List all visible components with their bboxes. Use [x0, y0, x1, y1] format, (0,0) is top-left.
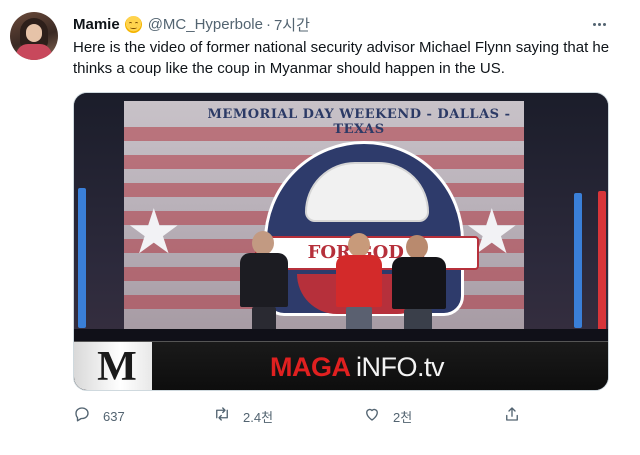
video-media[interactable]: ★ ★ MEMORIAL DAY WEEKEND - DALLAS - TEXA… [73, 92, 609, 391]
watermark-m: M [97, 344, 137, 390]
tweet-actions: 637 2.4천 2천 [73, 404, 613, 428]
tweet-text: Here is the video of former national sec… [73, 39, 610, 77]
tweet[interactable]: Mamie @MC_Hyperbole · 7시간 Here is the vi… [0, 0, 640, 455]
author-handle[interactable]: @MC_Hyperbole [148, 16, 263, 33]
reply-button[interactable]: 637 [73, 404, 125, 428]
video-watermark: M MAGA iNFO.tv [74, 341, 608, 390]
reply-icon [73, 405, 91, 428]
avatar-face [26, 24, 42, 42]
star-left-icon: ★ [126, 195, 182, 268]
stage-light-left [78, 188, 86, 328]
share-icon [503, 405, 521, 428]
watermark-maga: MAGA [270, 352, 351, 382]
watermark-info: iNFO.tv [356, 352, 445, 382]
avatar[interactable] [10, 12, 58, 60]
like-button[interactable]: 2천 [363, 404, 412, 428]
relieved-face-emoji-icon [124, 15, 142, 33]
timestamp[interactable]: 7시간 [274, 14, 310, 35]
stage-light-right-blue [574, 193, 582, 328]
flag-backdrop: ★ ★ MEMORIAL DAY WEEKEND - DALLAS - TEXA… [124, 101, 524, 337]
retweet-count: 2.4천 [243, 409, 274, 425]
event-banner: MEMORIAL DAY WEEKEND - DALLAS - TEXAS [207, 107, 511, 137]
heart-icon [363, 405, 381, 428]
share-button[interactable] [503, 404, 521, 428]
cowboy-hat-icon [305, 162, 429, 222]
like-count: 2천 [393, 409, 413, 425]
reply-count: 637 [103, 408, 125, 424]
retweet-button[interactable]: 2.4천 [213, 404, 273, 428]
stage-light-right-red [598, 191, 606, 331]
separator-dot: · [265, 15, 271, 33]
tweet-header: Mamie @MC_Hyperbole · 7시간 [73, 14, 310, 34]
author-name[interactable]: Mamie [73, 16, 120, 33]
avatar-shirt [16, 44, 52, 60]
retweet-icon [213, 405, 231, 428]
more-options-icon[interactable] [589, 14, 609, 34]
